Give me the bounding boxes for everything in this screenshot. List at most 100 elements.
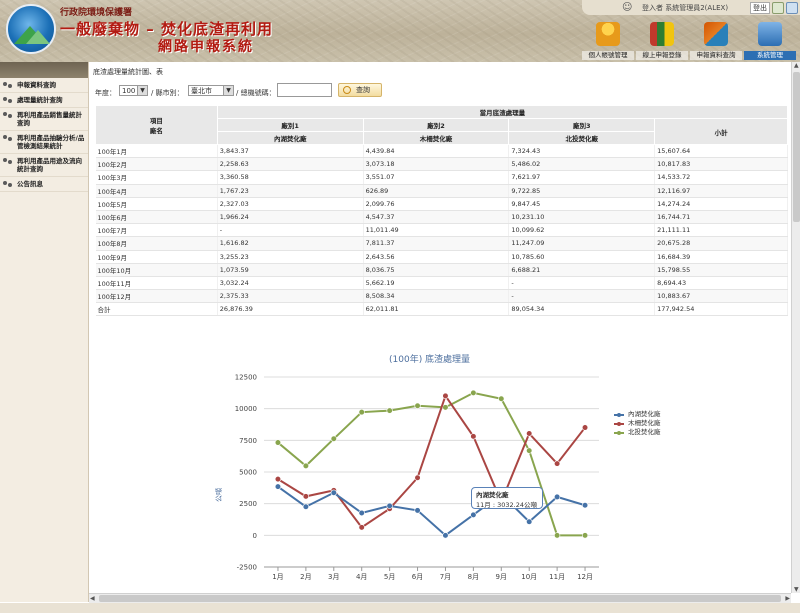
table-row: 100年11月 3,032.24 5,662.19-8,694.43 (95, 276, 788, 291)
table-cell: 4,547.37 (363, 210, 510, 225)
books-icon (650, 22, 674, 46)
table-cell: 1,966.24 (217, 210, 364, 225)
sidebar-item-volume-stats[interactable]: 處理量統計查詢 (0, 93, 88, 108)
nav-personal-account[interactable]: 個人帳號管理 (582, 20, 634, 60)
data-point (386, 502, 393, 509)
scroll-up-icon[interactable]: ▲ (794, 62, 799, 69)
vertical-scrollbar[interactable]: ▲ ▼ (791, 62, 800, 593)
table-cell: 3,360.58 (217, 170, 364, 185)
legend-label: 北投焚化廠 (628, 428, 661, 436)
data-point (581, 424, 589, 431)
data-point (526, 518, 533, 525)
y-tick-label: 12500 (235, 374, 257, 382)
row-label: 100年7月 (95, 223, 218, 238)
logout-button[interactable]: 登出 (750, 2, 770, 14)
table-row: 100年10月 1,073.59 8,036.75 6,688.21 15,798.55 (95, 263, 788, 277)
scroll-right-icon[interactable]: ▶ (785, 595, 790, 602)
nav-report-query[interactable]: 申報資料查詢 (690, 20, 742, 60)
year-select[interactable]: 100 ▼ (119, 85, 148, 96)
city-select[interactable]: 臺北市 ▼ (188, 85, 234, 96)
legend-swatch (614, 422, 624, 426)
legend-label: 木柵焚化廠 (628, 419, 661, 427)
header-group: 當月底渣處理量 (216, 105, 789, 119)
data-point (302, 493, 309, 500)
table-cell: - (508, 289, 656, 304)
scroll-down-icon[interactable]: ▼ (794, 586, 799, 593)
sidebar-item-report-query[interactable]: 申報資料查詢 (0, 78, 88, 93)
smiley-icon: ☺ (622, 2, 633, 13)
users-icon (3, 158, 13, 166)
megaphone-icon (3, 181, 13, 189)
legend-item[interactable]: 內湖焚化廠 (614, 410, 661, 419)
chevron-down-icon: ▼ (223, 86, 233, 95)
header-category: 廠別1 (216, 118, 364, 132)
table-cell: 14,533.72 (654, 170, 788, 185)
table-cell: 1,073.59 (217, 263, 364, 277)
chevron-down-icon: ▼ (137, 86, 147, 95)
query-button[interactable]: 查詢 (338, 83, 382, 97)
header-factory: 木柵焚化廠 (362, 131, 510, 145)
x-tick-label: 1月 (272, 573, 283, 581)
row-label: 100年11月 (95, 276, 218, 291)
sidebar-item-sales-stats[interactable]: 再利用產品銷售量統計查詢 (0, 108, 88, 131)
main-content: 底渣處理量統計圖、表 年度： 100 ▼ / 縣市別： 臺北市 ▼ / 總機號碼： … (89, 62, 791, 593)
table-row: 100年3月 3,360.58 3,551.07 7,621.97 14,533.72 (95, 170, 788, 185)
computer-icon (758, 22, 782, 46)
table-cell: 1,767.23 (217, 184, 364, 198)
data-point (498, 395, 505, 402)
table-cell: 7,621.97 (508, 170, 656, 185)
legend-item[interactable]: 北投焚化廠 (614, 428, 661, 437)
person-icon (596, 22, 620, 46)
data-point (470, 433, 477, 440)
scroll-left-icon[interactable]: ◀ (90, 595, 95, 602)
table-cell: 12,116.97 (654, 184, 788, 198)
agency-input[interactable] (277, 83, 332, 97)
header-factory: 內湖焚化廠 (216, 131, 364, 145)
chart-legend: 內湖焚化廠 木柵焚化廠 北投焚化廠 (614, 410, 661, 437)
sidebar-item-announcements[interactable]: 公告訊息 (0, 177, 88, 192)
table-cell: 6,688.21 (508, 263, 656, 277)
breadcrumb: 底渣處理量統計圖、表 (93, 68, 163, 76)
header-subtotal: 小計 (654, 118, 788, 145)
year-label: 年度： (95, 89, 116, 97)
legend-item[interactable]: 木柵焚化廠 (614, 419, 661, 428)
data-point (442, 404, 449, 411)
table-cell: 8,036.75 (363, 263, 510, 277)
help-icon[interactable] (786, 2, 798, 14)
data-point (414, 507, 421, 514)
y-axis-label: 公噸 (214, 488, 223, 502)
sidebar-item-usage-flow[interactable]: 再利用產品用途及流向統計查詢 (0, 154, 88, 177)
table-cell: 3,551.07 (363, 170, 510, 185)
refresh-icon[interactable] (772, 2, 784, 14)
table-cell: 62,011.81 (363, 302, 510, 317)
x-tick-label: 9月 (496, 573, 507, 581)
nav-online-report[interactable]: 線上申報登錄 (636, 20, 688, 60)
users-icon (3, 82, 13, 90)
sidebar-item-inspection-stats[interactable]: 再利用產品抽驗分析/品管檢測結果統計 (0, 131, 88, 154)
horizontal-scrollbar[interactable]: ◀ ▶ (89, 593, 791, 603)
table-cell: 5,486.02 (508, 157, 656, 172)
table-cell: 1,616.82 (217, 236, 364, 251)
table-cell: 3,073.18 (363, 157, 510, 172)
x-tick-label: 3月 (328, 573, 339, 581)
x-tick-label: 7月 (440, 573, 451, 581)
table-cell: 7,811.37 (363, 236, 510, 251)
table-cell: 10,099.62 (508, 223, 656, 238)
table-row: 100年12月 2,375.33 8,508.34-10,883.67 (95, 289, 788, 304)
data-point (358, 524, 365, 531)
data-point (358, 509, 365, 517)
vertical-scroll-thumb[interactable] (793, 72, 800, 222)
table-cell: 9,847.45 (508, 197, 656, 211)
table-cell: 16,684.39 (654, 250, 788, 264)
table-cell: 89,054.34 (508, 302, 656, 317)
x-tick-label: 4月 (356, 573, 367, 581)
search-icon (343, 86, 351, 94)
table-cell: 626.89 (363, 184, 510, 198)
header-category: 廠別3 (508, 118, 656, 132)
horizontal-scroll-thumb[interactable] (99, 595, 781, 602)
data-point (554, 532, 561, 539)
row-label: 100年5月 (95, 197, 218, 211)
data-point (414, 402, 421, 409)
nav-system-admin[interactable]: 系統管理 (744, 20, 796, 60)
chart-title: (100年) 底渣處理量 (389, 355, 471, 365)
